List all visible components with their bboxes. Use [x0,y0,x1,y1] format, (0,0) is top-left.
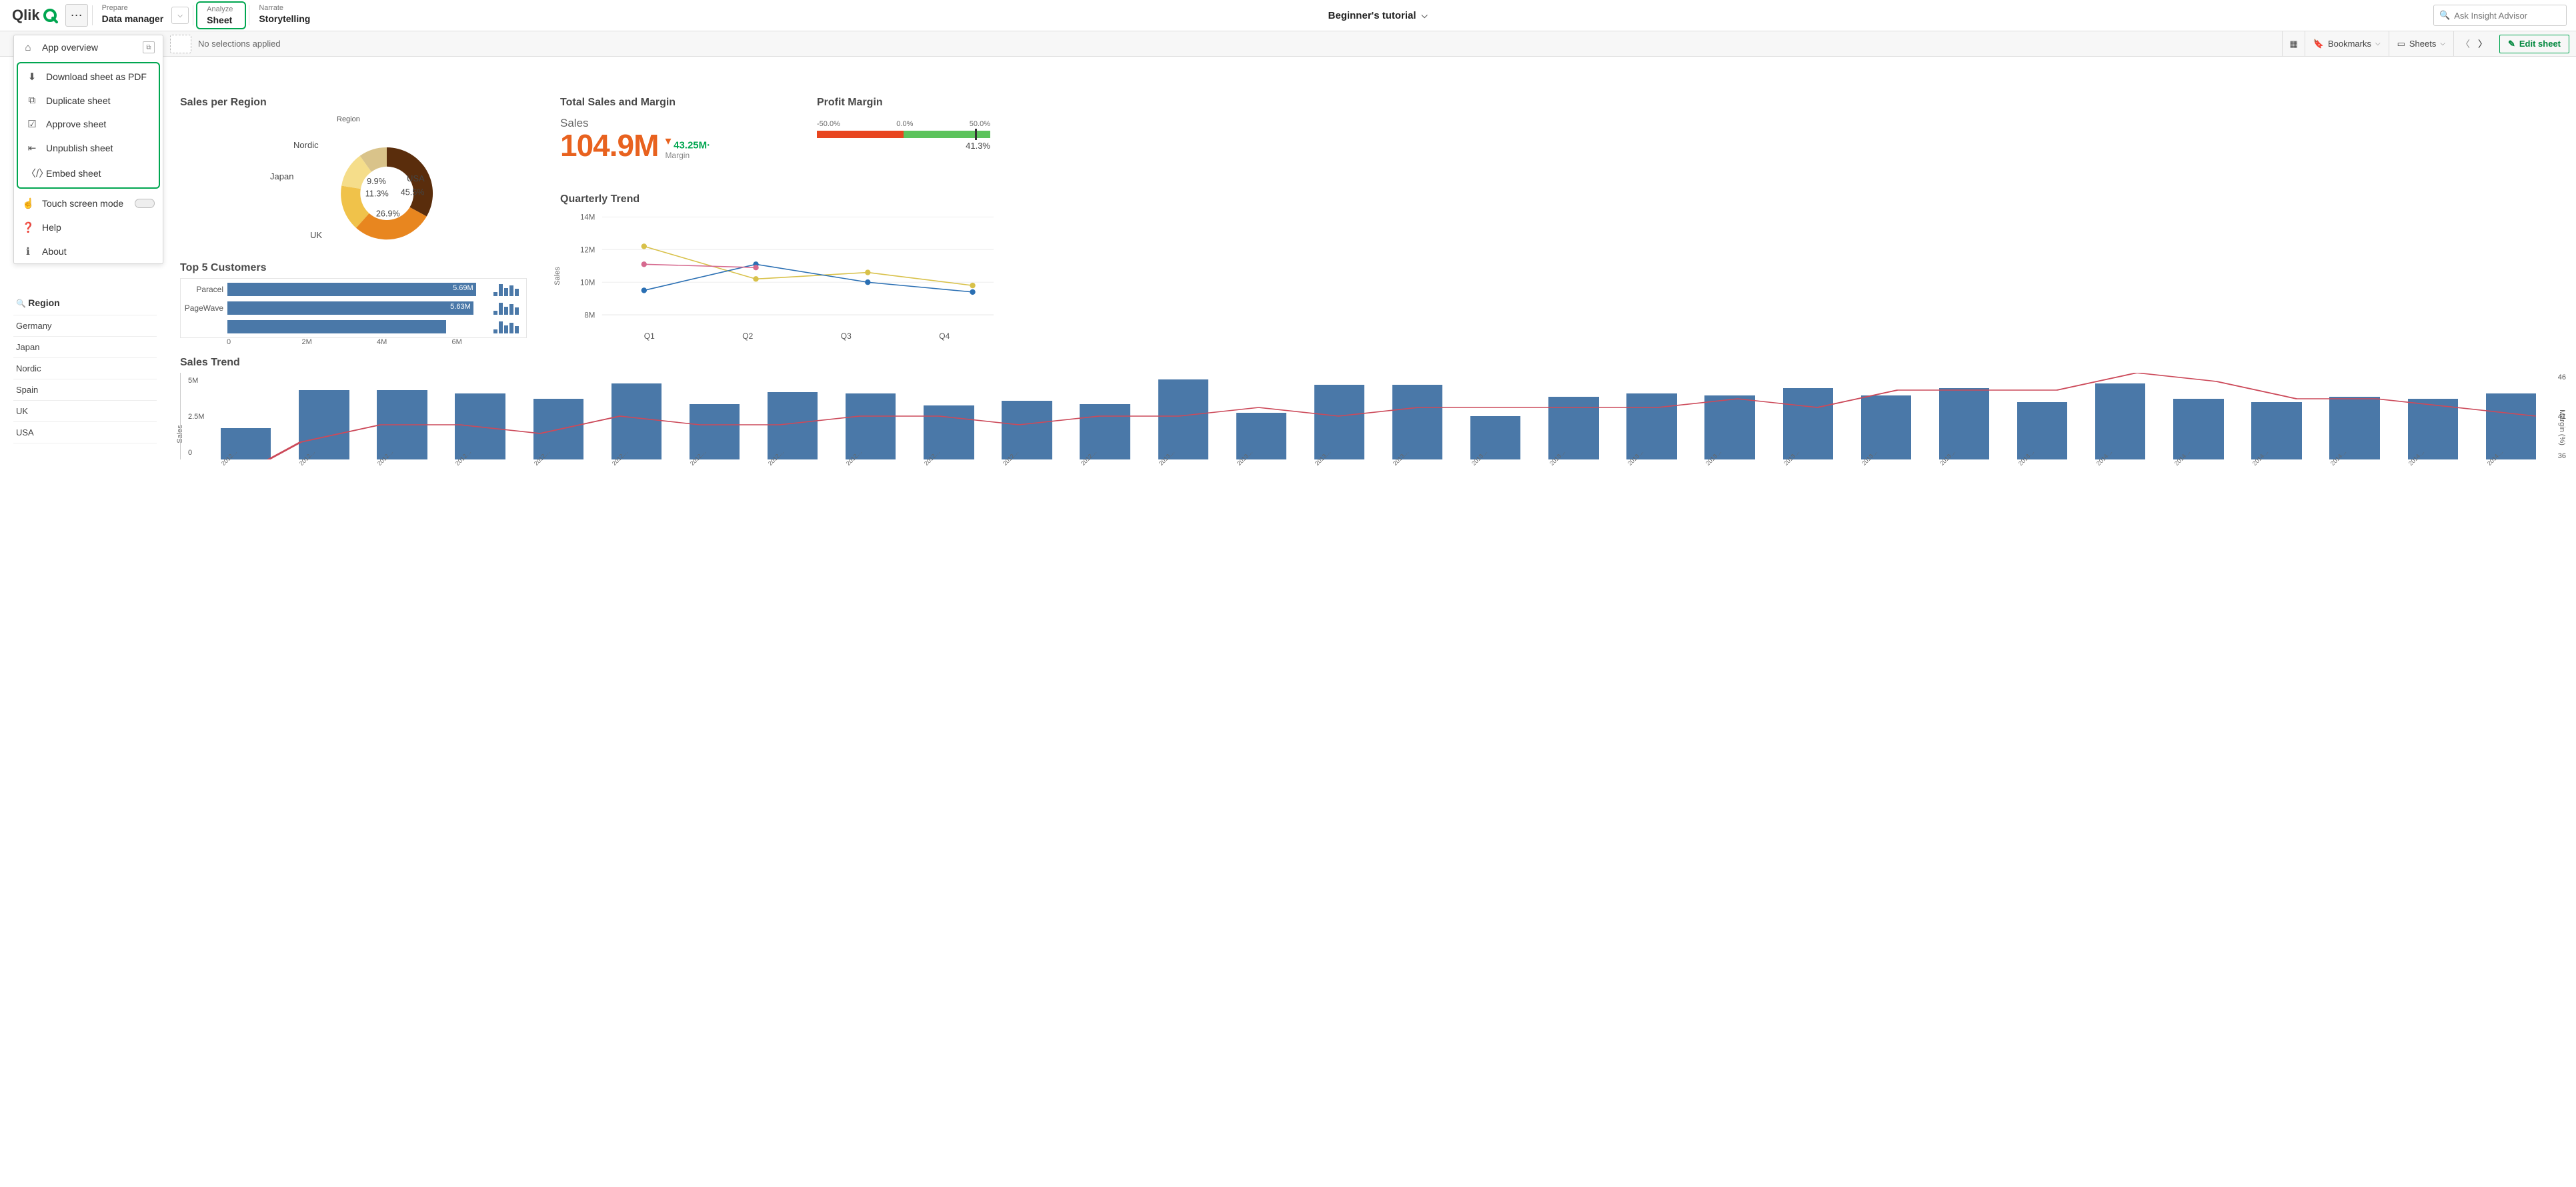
sales-trend-chart[interactable]: Sales Trend Sales Margin (%) 2012…2012…2… [180,357,2563,490]
prev-sheet-button[interactable]: 〈 [2457,37,2474,51]
nav-prepare[interactable]: Prepare Data manager [93,0,176,31]
help-icon: ❓ [22,221,34,233]
nav-narrate[interactable]: Narrate Storytelling [249,0,322,31]
kpi-block[interactable]: Sales 104.9M ▾ 43.25M· Margin [560,117,710,161]
home-icon: ⌂ [22,42,34,53]
menu-download-pdf[interactable]: ⬇ Download sheet as PDF [18,65,159,89]
kpi-title: Total Sales and Margin [560,97,676,109]
approve-icon: ☑ [26,118,38,130]
filter-item[interactable]: Germany [13,315,157,337]
touch-toggle[interactable] [135,199,155,208]
profit-gauge[interactable]: -50.0% 0.0% 50.0% 41.3% [817,120,990,151]
menu-duplicate-sheet[interactable]: ⧉ Duplicate sheet [18,89,159,112]
filter-title[interactable]: Region [13,293,157,315]
no-selections-text: No selections applied [198,39,281,49]
menu-about[interactable]: ℹ About [14,239,163,263]
menu-app-overview[interactable]: ⌂ App overview ⧉ [14,35,163,59]
menu-embed-sheet[interactable]: 〈/〉 Embed sheet [18,160,159,186]
insight-search[interactable]: 🔍 [2433,5,2567,26]
top5-chart[interactable]: Top 5 Customers Paracel 5.69M PageWave 5… [180,262,527,346]
menu-approve-sheet[interactable]: ☑ Approve sheet [18,112,159,136]
pencil-icon: ✎ [2508,39,2515,49]
region-filter-pane: Region GermanyJapanNordicSpainUKUSA [13,293,157,443]
global-menu-dropdown: ⌂ App overview ⧉ ⬇ Download sheet as PDF… [13,35,163,264]
info-icon: ℹ [22,245,34,257]
sales-region-chart[interactable]: Region 45.5% 26.9% 11.3% 9.9% USA UK Jap… [180,97,553,250]
global-menu-button[interactable]: ⋯ [65,4,88,27]
svg-text:8M: 8M [584,311,595,319]
filter-item[interactable]: Spain [13,379,157,401]
trend-down-icon: ▾ [665,134,671,147]
svg-text:12M: 12M [580,246,595,254]
next-sheet-button[interactable]: 〉 [2474,37,2491,51]
svg-text:9.9%: 9.9% [367,177,386,186]
nav-analyze[interactable]: Analyze Sheet [196,1,246,29]
qlik-logo: Qlik [0,0,64,31]
menu-help[interactable]: ❓ Help [14,215,163,239]
quarterly-chart[interactable]: Quarterly Trend Sales 8M 10M 12M 14M Q1Q… [560,193,994,337]
app-title[interactable]: Beginner's tutorial⌵ [322,0,2433,31]
svg-text:10M: 10M [580,279,595,287]
code-icon: 〈/〉 [26,166,38,180]
insight-search-input[interactable] [2454,11,2561,21]
edit-sheet-button[interactable]: ✎ Edit sheet [2499,35,2569,53]
filter-item[interactable]: UK [13,401,157,422]
kpi-sales-value: 104.9M [560,130,658,161]
duplicate-icon: ⧉ [26,95,38,106]
svg-text:26.9%: 26.9% [376,209,400,219]
selections-tool-icon[interactable] [170,35,191,53]
unpublish-icon: ⇤ [26,142,38,154]
filter-item[interactable]: Nordic [13,358,157,379]
bookmark-icon: 🔖 [2313,39,2324,49]
profit-value: 41.3% [817,141,990,151]
kpi-margin-value: 43.25M [674,139,707,151]
filter-item[interactable]: Japan [13,337,157,358]
sheets-icon: ▭ [2397,39,2405,49]
svg-text:45.5%: 45.5% [401,187,425,197]
open-new-tab-icon[interactable]: ⧉ [143,41,155,53]
bookmarks-button[interactable]: 🔖 Bookmarks⌵ [2305,31,2389,56]
profit-title: Profit Margin [817,97,883,109]
search-icon: 🔍 [2439,10,2450,21]
touch-icon: ☝ [22,197,34,209]
sheets-button[interactable]: ▭ Sheets⌵ [2389,31,2453,56]
svg-text:11.3%: 11.3% [365,189,389,199]
filter-item[interactable]: USA [13,422,157,443]
grid-view-button[interactable]: ▦ [2282,31,2304,56]
menu-unpublish-sheet[interactable]: ⇤ Unpublish sheet [18,136,159,160]
menu-touch-mode[interactable]: ☝ Touch screen mode [14,191,163,215]
download-icon: ⬇ [26,71,38,83]
svg-text:14M: 14M [580,214,595,222]
